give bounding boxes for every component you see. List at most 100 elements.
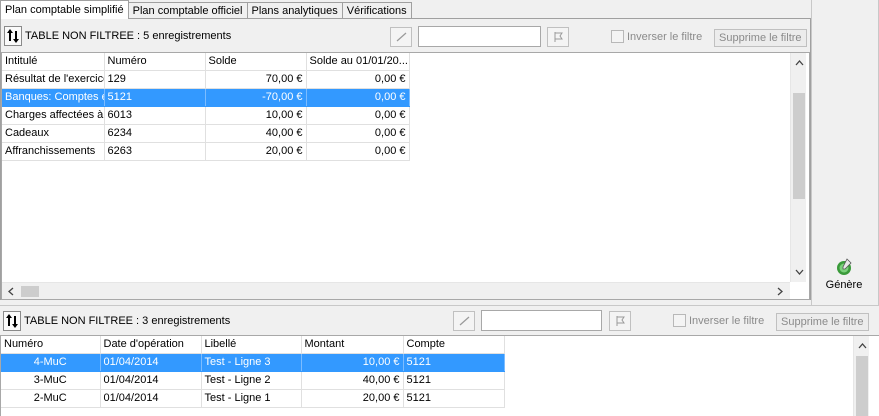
cell-intitule[interactable]: Affranchissements [2,142,105,161]
column-header-libelle[interactable]: Libellé [201,336,302,354]
scroll-thumb[interactable] [21,286,39,297]
generate-icon [837,258,852,275]
cell-compte[interactable]: 5121 [403,371,505,390]
cell-solde-initial[interactable]: 0,00 € [306,124,410,143]
table-row[interactable]: Résultat de l'exercice 129 70,00 € 0,00 … [2,70,410,89]
accounts-toolbar: TABLE NON FILTREE : 5 enregistrements [4,24,231,48]
table-row[interactable]: Affranchissements 6263 20,00 € 0,00 € [2,142,410,161]
cell-intitule[interactable]: Cadeaux [2,124,105,143]
cell-numero[interactable]: 6234 [104,124,206,143]
cell-solde[interactable]: 10,00 € [205,106,307,125]
column-header-montant[interactable]: Montant [301,336,404,354]
column-header-numero[interactable]: Numéro [104,53,206,71]
left-arrow-icon [459,316,470,326]
entries-vertical-scrollbar[interactable] [853,336,869,416]
cell-numero[interactable]: 3-MuC [1,371,101,390]
filter-flag-button[interactable] [547,27,569,47]
entries-panel: TABLE NON FILTREE : 3 enregistrements In… [0,305,879,416]
cell-libelle[interactable]: Test - Ligne 2 [201,371,302,390]
sort-icon [6,314,18,328]
scroll-up-icon[interactable] [854,338,870,354]
cell-libelle[interactable]: Test - Ligne 1 [201,389,302,408]
sort-button[interactable] [4,26,22,46]
cell-intitule[interactable]: Banques: Comptes en [2,88,105,107]
cell-solde[interactable]: 40,00 € [205,124,307,143]
tab-plan-comptable-simplifie[interactable]: Plan comptable simplifié [0,0,129,19]
invert-filter-label: Inverser le filtre [689,314,765,327]
entries-header-row: Numéro Date d'opération Libellé Montant … [1,336,505,354]
cell-numero[interactable]: 6013 [104,106,206,125]
cell-date[interactable]: 01/04/2014 [100,371,202,390]
cell-solde[interactable]: 20,00 € [205,142,307,161]
scroll-thumb[interactable] [856,356,868,416]
table-row-selected[interactable]: 4-MuC 01/04/2014 Test - Ligne 3 10,00 € … [1,353,505,372]
entries-table: Numéro Date d'opération Libellé Montant … [1,336,505,408]
remove-filter-button[interactable]: Supprime le filtre [714,29,807,47]
cell-numero[interactable]: 5121 [104,88,206,107]
cell-solde-initial[interactable]: 0,00 € [306,70,410,89]
accounts-vertical-scrollbar[interactable] [790,53,806,282]
entries-grid: Numéro Date d'opération Libellé Montant … [0,335,879,416]
scroll-thumb[interactable] [793,93,805,199]
accounts-table: Intitulé Numéro Solde Solde au 01/01/20.… [2,53,410,161]
cell-solde[interactable]: -70,00 € [205,88,307,107]
accounts-horizontal-scrollbar[interactable] [2,282,790,299]
scroll-left-icon[interactable] [3,283,19,299]
invert-filter-checkbox[interactable]: Inverser le filtre [673,314,764,327]
entries-search-input[interactable] [481,310,602,331]
cell-numero[interactable]: 2-MuC [1,389,101,408]
checkbox-box[interactable] [611,30,624,43]
tab-plans-analytiques[interactable]: Plans analytiques [246,2,343,19]
genere-label: Génère [825,279,863,291]
table-row-selected[interactable]: Banques: Comptes en 5121 -70,00 € 0,00 € [2,88,410,107]
cell-intitule[interactable]: Charges affectées à [2,106,105,125]
accounts-grid: Intitulé Numéro Solde Solde au 01/01/20.… [1,52,810,300]
column-header-compte[interactable]: Compte [403,336,505,354]
left-arrow-icon [396,32,407,42]
cell-numero[interactable]: 4-MuC [1,353,101,372]
cell-montant[interactable]: 40,00 € [301,371,404,390]
flag-icon [616,316,625,326]
cell-montant[interactable]: 10,00 € [301,353,404,372]
table-row[interactable]: 3-MuC 01/04/2014 Test - Ligne 2 40,00 € … [1,371,505,390]
cell-compte[interactable]: 5121 [403,389,505,408]
genere-button[interactable]: Génère [822,257,866,291]
column-header-date[interactable]: Date d'opération [100,336,202,354]
column-header-solde-initial[interactable]: Solde au 01/01/20... [306,53,410,71]
accounts-status: TABLE NON FILTREE : 5 enregistrements [25,30,232,42]
filter-prev-button[interactable] [453,311,475,331]
cell-solde-initial[interactable]: 0,00 € [306,88,410,107]
column-header-intitule[interactable]: Intitulé [2,53,105,71]
entries-status: TABLE NON FILTREE : 3 enregistrements [24,315,231,327]
scroll-up-icon[interactable] [791,55,807,71]
cell-date[interactable]: 01/04/2014 [100,389,202,408]
cell-libelle[interactable]: Test - Ligne 3 [201,353,302,372]
filter-flag-button[interactable] [609,311,631,331]
accounts-search-input[interactable] [418,26,541,47]
table-row[interactable]: 2-MuC 01/04/2014 Test - Ligne 1 20,00 € … [1,389,505,408]
scroll-down-icon[interactable] [791,264,807,280]
cell-solde-initial[interactable]: 0,00 € [306,142,410,161]
cell-intitule[interactable]: Résultat de l'exercice [2,70,105,89]
cell-compte[interactable]: 5121 [403,353,505,372]
column-header-solde[interactable]: Solde [205,53,307,71]
scroll-right-icon[interactable] [772,283,788,299]
tab-verifications[interactable]: Vérifications [341,2,412,19]
checkbox-box[interactable] [673,314,686,327]
cell-numero[interactable]: 129 [104,70,206,89]
cell-solde-initial[interactable]: 0,00 € [306,106,410,125]
column-header-numero[interactable]: Numéro [1,336,101,354]
invert-filter-checkbox[interactable]: Inverser le filtre [611,30,702,43]
cell-numero[interactable]: 6263 [104,142,206,161]
sort-button[interactable] [3,311,21,331]
cell-solde[interactable]: 70,00 € [205,70,307,89]
filter-prev-button[interactable] [390,27,412,47]
invert-filter-label: Inverser le filtre [627,30,703,43]
tab-plan-comptable-officiel[interactable]: Plan comptable officiel [127,2,248,19]
cell-date[interactable]: 01/04/2014 [100,353,202,372]
remove-filter-button[interactable]: Supprime le filtre [776,313,869,331]
entries-toolbar: TABLE NON FILTREE : 3 enregistrements [3,309,230,333]
table-row[interactable]: Charges affectées à 6013 10,00 € 0,00 € [2,106,410,125]
cell-montant[interactable]: 20,00 € [301,389,404,408]
table-row[interactable]: Cadeaux 6234 40,00 € 0,00 € [2,124,410,143]
